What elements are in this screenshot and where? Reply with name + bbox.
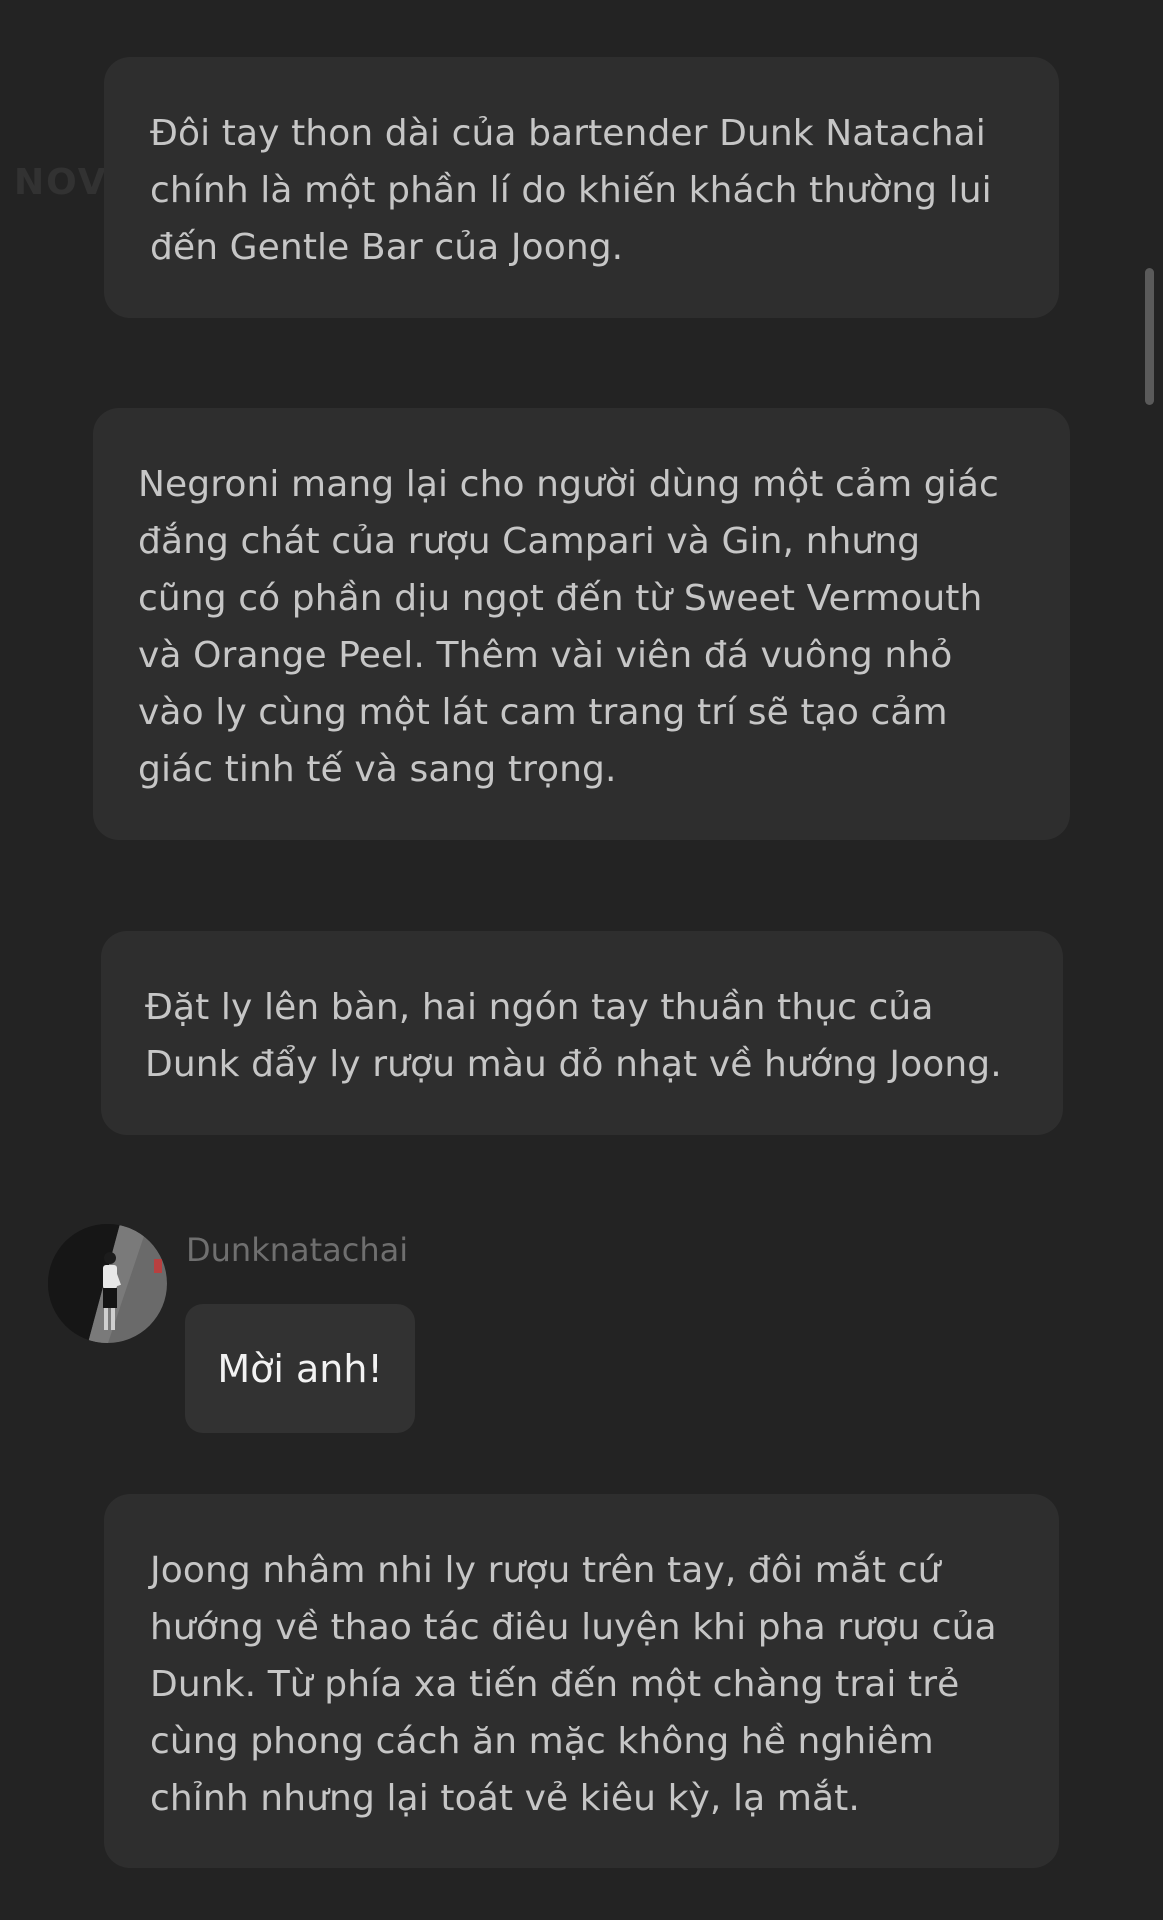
narration-line: Joong nhâm nhi ly rượu trên tay, đôi mắt… [150,1550,941,1591]
narration-card: Đôi tay thon dài của bartender Dunk Nata… [104,57,1059,318]
scrollbar-thumb[interactable] [1145,268,1154,405]
narration-line: giác tinh tế và sang trọng. [138,749,617,790]
narration-line: cùng phong cách ăn mặc không hề nghiêm [150,1721,934,1762]
narration-line: đến Gentle Bar của Joong. [150,227,624,268]
narration-line: và Orange Peel. Thêm vài viên đá vuông n… [138,635,953,676]
narration-line: cũng có phần dịu ngọt đến từ Sweet Vermo… [138,578,983,619]
narration-line: đắng chát của rượu Campari và Gin, nhưng [138,521,921,562]
narration-card: Đặt ly lên bàn, hai ngón tay thuần thục … [101,931,1063,1135]
narration-card: Joong nhâm nhi ly rượu trên tay, đôi mắt… [104,1494,1059,1868]
narration-line: Dunk đẩy ly rượu màu đỏ nhạt về hướng Jo… [145,1044,1002,1085]
narration-line: Negroni mang lại cho người dùng một cảm … [138,464,999,505]
narration-line: Đôi tay thon dài của bartender Dunk Nata… [150,113,986,154]
sender-name: Dunknatachai [186,1231,409,1269]
narration-line: chính là một phần lí do khiến khách thườ… [150,170,992,211]
narration-card: Negroni mang lại cho người dùng một cảm … [93,408,1070,840]
narration-line: Dunk. Từ phía xa tiến đến một chàng trai… [150,1664,960,1705]
sender-avatar[interactable] [48,1224,167,1343]
person-photo-avatar-icon [48,1224,167,1343]
chat-bubble-text: Mời anh! [217,1346,383,1391]
narration-line: Đặt ly lên bàn, hai ngón tay thuần thục … [145,987,934,1028]
chat-bubble: Mời anh! [185,1304,415,1433]
narration-line: hướng về thao tác điêu luyện khi pha rượ… [150,1607,997,1648]
narration-line: vào ly cùng một lát cam trang trí sẽ tạo… [138,692,948,733]
narration-line: chỉnh nhưng lại toát vẻ kiêu kỳ, lạ mắt. [150,1778,860,1819]
